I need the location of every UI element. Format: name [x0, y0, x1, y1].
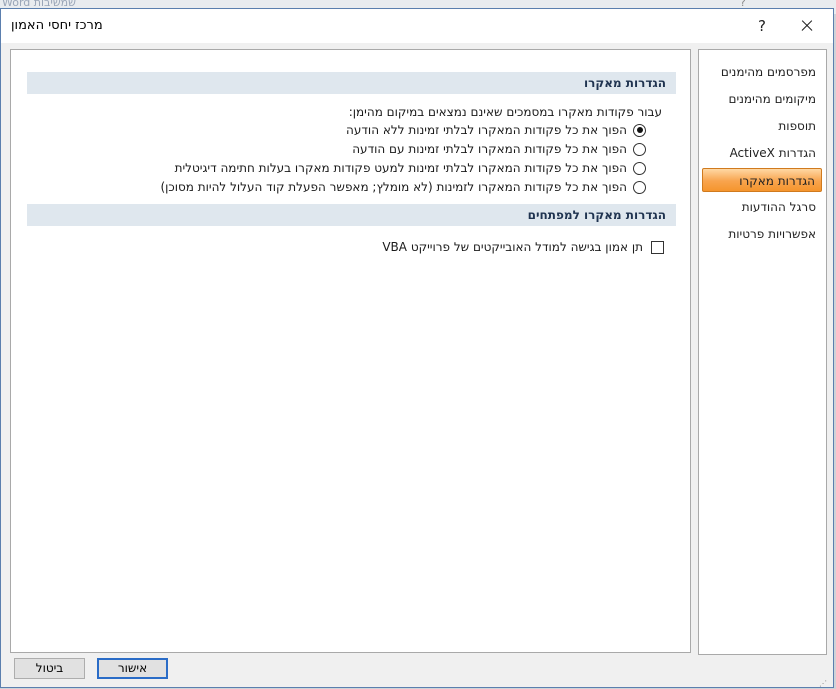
- radio-option-disable-except-signed[interactable]: הפוך את כל פקודות המאקרו לבלתי זמינות למ…: [175, 159, 646, 177]
- trust-center-dialog: מרכז יחסי האמון ? הגדרות מאקרו עבור פקוד…: [0, 8, 834, 688]
- sidebar-item-message-bar[interactable]: סרגל ההודעות: [702, 195, 822, 219]
- resize-grip-icon[interactable]: ⋰: [819, 679, 829, 689]
- content-panel: הגדרות מאקרו עבור פקודות מאקרו במסמכים ש…: [10, 49, 691, 653]
- radio-icon[interactable]: [633, 142, 646, 156]
- title-bar: מרכז יחסי האמון ?: [1, 9, 833, 43]
- ok-button[interactable]: אישור: [97, 658, 168, 679]
- radio-icon[interactable]: [633, 123, 646, 137]
- radio-label: הפוך את כל פקודות המאקרו לבלתי זמינות לל…: [346, 123, 627, 137]
- sidebar-item-privacy-options[interactable]: אפשרויות פרטיות: [702, 222, 822, 246]
- macro-settings-header: הגדרות מאקרו: [27, 72, 676, 94]
- dialog-title: מרכז יחסי האמון: [11, 18, 103, 33]
- radio-option-disable-notify[interactable]: הפוך את כל פקודות המאקרו לבלתי זמינות עם…: [352, 140, 646, 158]
- radio-option-enable-all[interactable]: הפוך את כל פקודות המאקרו לזמינות (לא מומ…: [160, 178, 646, 196]
- macro-intro-text: עבור פקודות מאקרו במסמכים שאינם נמצאים ב…: [348, 105, 662, 119]
- sidebar-item-activex[interactable]: הגדרות ActiveX: [702, 141, 822, 165]
- close-icon[interactable]: [783, 9, 829, 43]
- radio-icon[interactable]: [633, 161, 646, 175]
- radio-option-disable-no-notify[interactable]: הפוך את כל פקודות המאקרו לבלתי זמינות לל…: [346, 121, 646, 139]
- vba-trust-label: תן אמון בגישה למודל האובייקטים של פרוייק…: [382, 240, 643, 254]
- sidebar-item-addins[interactable]: תוספות: [702, 114, 822, 138]
- help-button[interactable]: ?: [747, 9, 777, 43]
- category-sidebar: מפרסמים מהימנים מיקומים מהימנים תוספות ה…: [698, 49, 827, 655]
- radio-label: הפוך את כל פקודות המאקרו לבלתי זמינות עם…: [352, 142, 627, 156]
- radio-label: הפוך את כל פקודות המאקרו לזמינות (לא מומ…: [160, 180, 627, 194]
- vba-trust-option[interactable]: תן אמון בגישה למודל האובייקטים של פרוייק…: [382, 238, 664, 256]
- sidebar-item-trusted-locations[interactable]: מיקומים מהימנים: [702, 87, 822, 111]
- cancel-button[interactable]: ביטול: [14, 658, 85, 679]
- radio-icon[interactable]: [633, 180, 646, 194]
- radio-label: הפוך את כל פקודות המאקרו לבלתי זמינות למ…: [174, 161, 627, 175]
- sidebar-item-macro-settings[interactable]: הגדרות מאקרו: [702, 168, 822, 192]
- sidebar-item-trusted-publishers[interactable]: מפרסמים מהימנים: [702, 60, 822, 84]
- developer-settings-header: הגדרות מאקרו למפתחים: [27, 204, 676, 226]
- vba-trust-checkbox[interactable]: [651, 240, 664, 254]
